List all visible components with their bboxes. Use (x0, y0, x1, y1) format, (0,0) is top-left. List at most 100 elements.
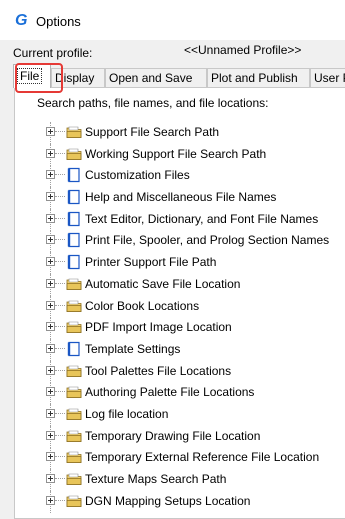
folder-icon (66, 319, 82, 335)
folder-icon (66, 146, 82, 162)
folder-icon (66, 493, 82, 509)
folder-icon (66, 406, 82, 422)
current-profile-value: <<Unnamed Profile>> (184, 43, 302, 57)
tree-item[interactable]: Color Book Locations (15, 295, 345, 318)
file-icon (66, 232, 82, 248)
tree-connector (55, 347, 65, 349)
tab-plot-and-publish[interactable]: Plot and Publish (207, 68, 310, 87)
current-profile-label: Current profile: (13, 46, 93, 60)
expand-icon[interactable] (46, 495, 55, 505)
tree-item[interactable]: Automatic Save File Location (15, 273, 345, 296)
tree-item[interactable]: Texture Maps Search Path (15, 469, 345, 491)
file-icon (66, 341, 82, 357)
expand-icon[interactable] (46, 322, 55, 332)
tree-item[interactable]: Authoring Palette File Locations (15, 382, 345, 405)
tree-item-label: Color Book Locations (85, 298, 200, 313)
tree-item[interactable]: Support File Search Path (15, 122, 345, 144)
expand-icon[interactable] (46, 278, 55, 288)
file-settings-panel: Search paths, file names, and file locat… (14, 87, 345, 519)
file-tab-highlight (15, 63, 63, 93)
folder-icon (66, 449, 82, 465)
search-paths-tree[interactable]: Support File Search Path Working Support … (15, 122, 345, 513)
file-icon (66, 254, 82, 270)
tree-connector (55, 499, 65, 501)
tree-connector (55, 152, 65, 154)
expand-icon[interactable] (46, 452, 55, 462)
tree-connector (55, 131, 65, 132)
tree-connector (55, 174, 65, 176)
search-paths-label: Search paths, file names, and file locat… (37, 96, 269, 110)
tree-item-label: Authoring Palette File Locations (85, 385, 255, 400)
tree-item[interactable]: Customization Files (15, 165, 345, 188)
tree-item[interactable]: DGN Mapping Setups Location (15, 490, 345, 513)
file-icon (66, 189, 82, 205)
tree-item-label: Template Settings (85, 341, 181, 356)
tree-item[interactable]: Text Editor, Dictionary, and Font File N… (15, 208, 345, 231)
tree-connector (55, 326, 65, 328)
tree-item-label: Log file location (85, 406, 169, 421)
tab-user-preferences[interactable]: User P (310, 68, 345, 87)
expand-icon[interactable] (46, 257, 55, 267)
expand-icon[interactable] (46, 170, 55, 180)
tree-connector (55, 282, 65, 284)
tree-connector (55, 456, 65, 458)
folder-icon (66, 298, 82, 314)
tree-item-label: Customization Files (85, 168, 190, 183)
tree-connector (55, 196, 65, 198)
expand-icon[interactable] (46, 148, 55, 158)
tree-item[interactable]: PDF Import Image Location (15, 317, 345, 340)
app-logo-icon: G (15, 12, 28, 29)
tree-item-label: Printer Support File Path (85, 255, 217, 270)
tree-item[interactable]: Temporary Drawing File Location (15, 425, 345, 448)
folder-icon (66, 276, 82, 292)
expand-icon[interactable] (46, 474, 55, 483)
tree-item[interactable]: Printer Support File Path (15, 252, 345, 275)
folder-icon (66, 124, 82, 140)
tree-item-label: Text Editor, Dictionary, and Font File N… (85, 211, 319, 226)
tree-item[interactable]: Print File, Spooler, and Prolog Section … (15, 230, 345, 253)
tree-item[interactable]: Working Support File Search Path (15, 143, 345, 166)
tree-item-label: Support File Search Path (85, 125, 220, 139)
expand-icon[interactable] (46, 192, 55, 202)
tree-item-label: Temporary Drawing File Location (85, 428, 261, 443)
folder-icon (66, 428, 82, 444)
expand-icon[interactable] (46, 127, 55, 136)
tree-item-label: Print File, Spooler, and Prolog Section … (85, 233, 330, 248)
tree-item-label: Tool Palettes File Locations (85, 363, 232, 378)
tree-item[interactable]: Help and Miscellaneous File Names (15, 187, 345, 210)
tree-item[interactable]: Tool Palettes File Locations (15, 360, 345, 383)
expand-icon[interactable] (46, 343, 55, 353)
tree-connector (55, 261, 65, 263)
tree-connector (55, 217, 65, 219)
tree-item[interactable]: Log file location (15, 403, 345, 426)
tree-item[interactable]: Temporary External Reference File Locati… (15, 447, 345, 470)
tree-connector (55, 304, 65, 306)
tree-connector (55, 369, 65, 371)
tree-connector (55, 412, 65, 414)
folder-icon (66, 363, 82, 379)
tree-item-label: Temporary External Reference File Locati… (85, 450, 320, 465)
expand-icon[interactable] (46, 387, 55, 397)
expand-icon[interactable] (46, 430, 55, 440)
tree-connector (55, 391, 65, 393)
tab-open-and-save[interactable]: Open and Save (105, 68, 207, 87)
expand-icon[interactable] (46, 365, 55, 375)
tree-connector (55, 239, 65, 241)
tree-item-label: Working Support File Search Path (85, 146, 267, 161)
title-bar: G Options (0, 0, 345, 40)
tree-item-label: DGN Mapping Setups Location (85, 493, 251, 508)
tree-item-label: Automatic Save File Location (85, 276, 241, 291)
window-title: Options (36, 14, 81, 29)
file-icon (66, 167, 82, 183)
tree-item-label: PDF Import Image Location (85, 320, 232, 335)
expand-icon[interactable] (46, 300, 55, 310)
tree-connector (55, 478, 65, 479)
expand-icon[interactable] (46, 408, 55, 418)
tree-connector (55, 434, 65, 436)
expand-icon[interactable] (46, 213, 55, 223)
expand-icon[interactable] (46, 235, 55, 245)
tree-item[interactable]: Template Settings (15, 338, 345, 361)
folder-icon (66, 384, 82, 400)
file-icon (66, 211, 82, 227)
tree-item-label: Help and Miscellaneous File Names (85, 190, 277, 205)
